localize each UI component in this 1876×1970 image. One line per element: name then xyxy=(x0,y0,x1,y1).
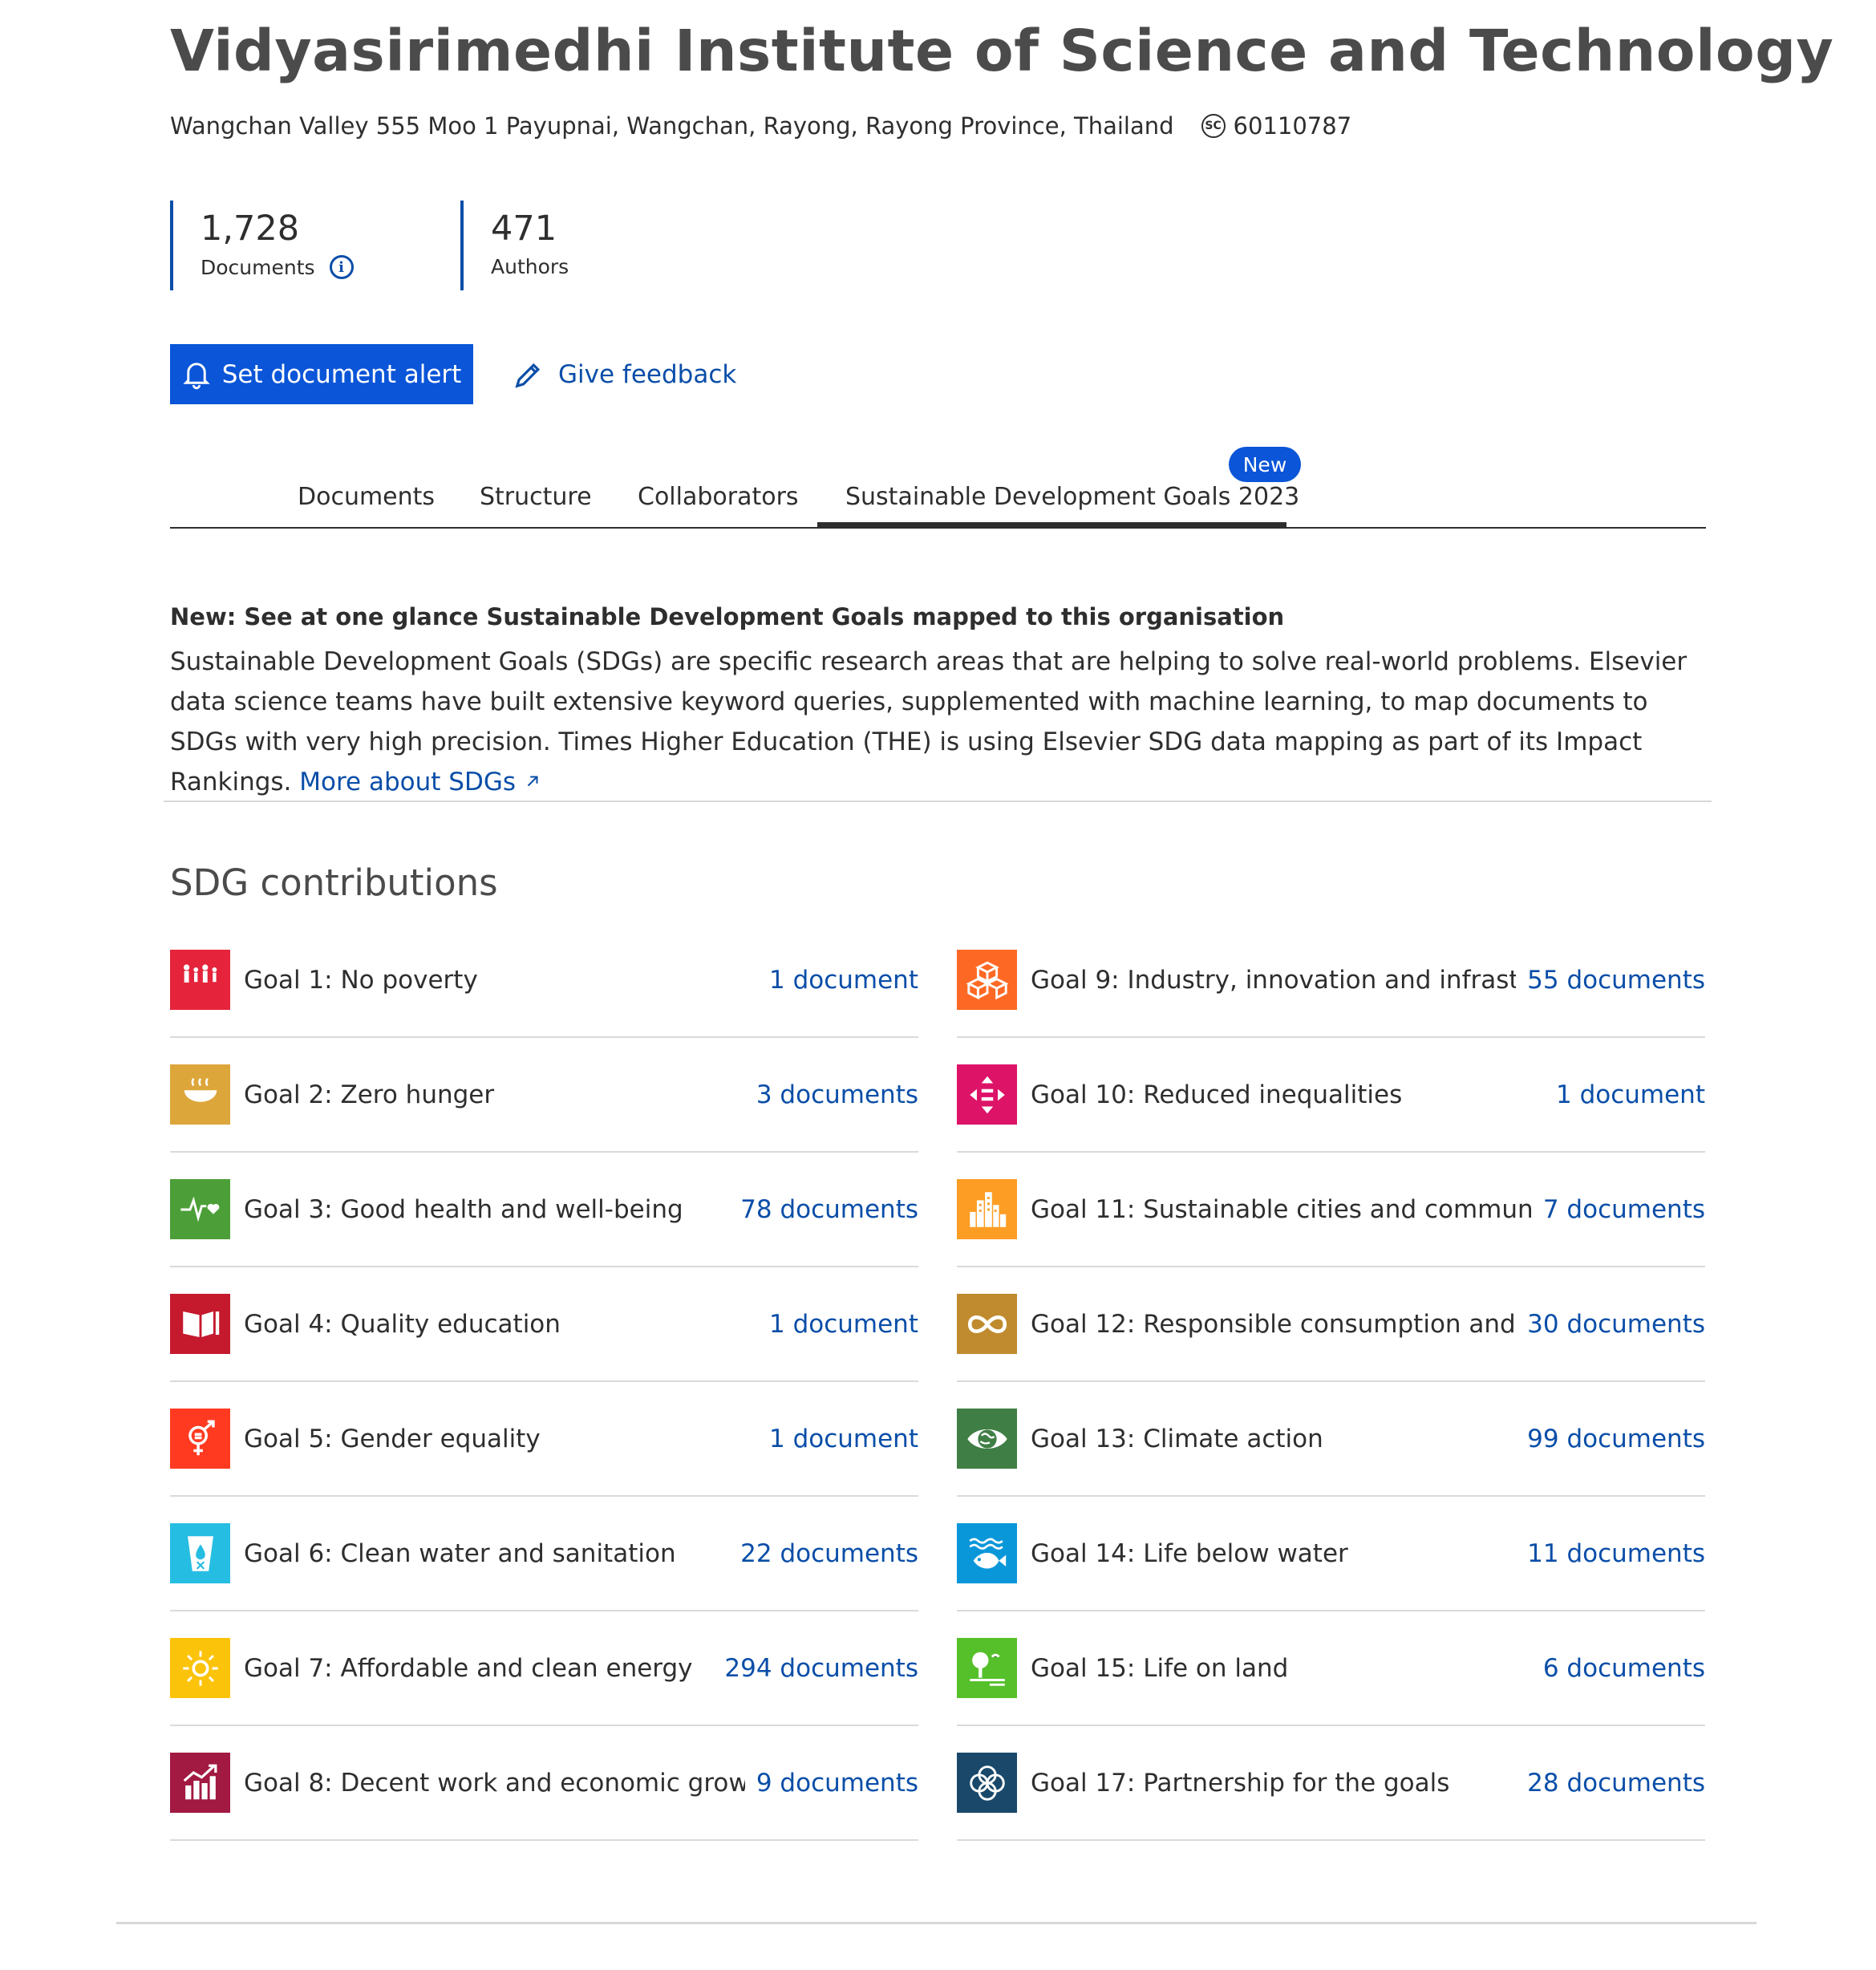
documents-count: 1,728 xyxy=(201,209,300,249)
sdg-document-count-link[interactable]: 1 document xyxy=(769,966,918,995)
tab-structure[interactable]: Structure xyxy=(480,483,592,511)
sdg-row[interactable]: Goal 6: Clean water and sanitation 22 doc… xyxy=(170,1497,918,1611)
sdg-document-count-link[interactable]: 9 documents xyxy=(756,1769,918,1798)
scopus-icon: SC xyxy=(1201,114,1226,138)
sdg-goal-name: Goal 4: Quality education xyxy=(244,1309,561,1339)
authors-count: 471 xyxy=(491,209,557,249)
documents-metric: 1,728 Documents i xyxy=(170,201,435,290)
equality-arrows-icon xyxy=(957,1064,1017,1125)
sdg-document-count-link[interactable]: 11 documents xyxy=(1527,1539,1705,1568)
people-icon xyxy=(170,950,230,1010)
section-divider xyxy=(164,801,1712,802)
gender-icon xyxy=(170,1409,230,1469)
sdg-row[interactable]: Goal 14: Life below water 11 documents xyxy=(957,1497,1705,1611)
alert-label: Set document alert xyxy=(221,359,462,389)
pencil-icon xyxy=(515,363,541,388)
tab-documents[interactable]: Documents xyxy=(298,483,435,511)
sdg-row[interactable]: Goal 11: Sustainable cities and communit… xyxy=(957,1153,1705,1267)
documents-label-row: Documents i xyxy=(201,255,435,279)
sdg-row[interactable]: Goal 13: Climate action 99 documents xyxy=(957,1382,1705,1497)
sdg-row[interactable]: Goal 4: Quality education 1 document xyxy=(170,1267,918,1382)
book-icon xyxy=(170,1294,230,1354)
institution-address: Wangchan Valley 555 Moo 1 Payupnai, Wang… xyxy=(170,112,1351,140)
sdg-goal-name: Goal 12: Responsible consumption and pro… xyxy=(1031,1309,1516,1339)
sdg-document-count-link[interactable]: 7 documents xyxy=(1543,1195,1705,1224)
sdg-row[interactable]: Goal 17: Partnership for the goals 28 doc… xyxy=(957,1726,1705,1841)
sdg-document-count-link[interactable]: 30 documents xyxy=(1527,1310,1705,1339)
intro-heading: New: See at one glance Sustainable Devel… xyxy=(170,603,1285,630)
documents-label: Documents xyxy=(201,255,315,279)
set-document-alert-button[interactable]: Set document alert xyxy=(170,344,473,404)
sdg-document-count-link[interactable]: 6 documents xyxy=(1543,1654,1705,1683)
tree-icon xyxy=(957,1638,1017,1698)
sdg-row[interactable]: Goal 2: Zero hunger 3 documents xyxy=(170,1038,918,1153)
sdg-document-count-link[interactable]: 1 document xyxy=(769,1310,918,1339)
sdg-goal-name: Goal 14: Life below water xyxy=(1031,1538,1348,1568)
more-about-sdgs-link[interactable]: More about SDGs xyxy=(299,768,541,797)
authors-label: Authors xyxy=(491,255,569,278)
sdg-row[interactable]: Goal 1: No poverty 1 document xyxy=(170,923,918,1038)
sdg-document-count-link[interactable]: 99 documents xyxy=(1527,1425,1705,1453)
bowl-icon xyxy=(170,1064,230,1125)
cubes-icon xyxy=(957,950,1017,1010)
infinity-icon xyxy=(957,1294,1017,1354)
sdg-document-count-link[interactable]: 294 documents xyxy=(724,1654,918,1683)
give-feedback-link[interactable]: Give feedback xyxy=(513,344,736,404)
new-badge: New xyxy=(1229,447,1301,482)
active-tab-indicator xyxy=(817,522,1286,528)
info-icon[interactable]: i xyxy=(329,255,354,279)
tab-collaborators[interactable]: Collaborators xyxy=(638,483,799,511)
water-glass-icon xyxy=(170,1523,230,1583)
growth-chart-icon xyxy=(170,1753,230,1813)
sdg-row[interactable]: Goal 9: Industry, innovation and infrast… xyxy=(957,923,1705,1038)
sdg-row[interactable]: Goal 3: Good health and well-being 78 doc… xyxy=(170,1153,918,1267)
sdg-goal-name: Goal 2: Zero hunger xyxy=(244,1080,495,1109)
tab-sdg-2023[interactable]: Sustainable Development Goals 2023 xyxy=(845,483,1299,511)
sdg-row[interactable]: Goal 5: Gender equality 1 document xyxy=(170,1382,918,1497)
feedback-label: Give feedback xyxy=(558,359,737,389)
sun-icon xyxy=(170,1638,230,1698)
scopus-id-value: 60110787 xyxy=(1233,112,1352,140)
sdg-document-count-link[interactable]: 28 documents xyxy=(1527,1769,1705,1798)
sdg-row[interactable]: Goal 10: Reduced inequalities 1 document xyxy=(957,1038,1705,1153)
sdg-goal-name: Goal 7: Affordable and clean energy xyxy=(244,1653,693,1683)
sdg-document-count-link[interactable]: 1 document xyxy=(769,1425,918,1453)
sdg-goal-name: Goal 9: Industry, innovation and infrast… xyxy=(1031,965,1517,995)
authors-metric: 471 Authors xyxy=(460,201,701,290)
sdg-document-count-link[interactable]: 55 documents xyxy=(1527,966,1705,995)
sdg-goal-name: Goal 15: Life on land xyxy=(1031,1653,1289,1683)
sdg-row[interactable]: Goal 7: Affordable and clean energy 294 d… xyxy=(170,1611,918,1726)
sdg-row[interactable]: Goal 12: Responsible consumption and pro… xyxy=(957,1267,1705,1382)
sdg-list-left: Goal 1: No poverty 1 document Goal 2: Zero… xyxy=(170,923,918,1841)
sdg-row[interactable]: Goal 8: Decent work and economic growth 9… xyxy=(170,1726,918,1841)
heartbeat-icon xyxy=(170,1179,230,1239)
sdg-row[interactable]: Goal 15: Life on land 6 documents xyxy=(957,1611,1705,1726)
sdg-goal-name: Goal 3: Good health and well-being xyxy=(244,1194,683,1224)
sdg-document-count-link[interactable]: 1 document xyxy=(1556,1080,1705,1109)
intro-body: Sustainable Development Goals (SDGs) are… xyxy=(170,642,1718,802)
sdg-contributions-title: SDG contributions xyxy=(170,861,498,904)
sdg-document-count-link[interactable]: 22 documents xyxy=(740,1539,918,1568)
sdg-goal-name: Goal 8: Decent work and economic growth xyxy=(244,1768,745,1798)
sdg-goal-name: Goal 13: Climate action xyxy=(1031,1424,1323,1453)
sdg-goal-name: Goal 10: Reduced inequalities xyxy=(1031,1080,1403,1109)
external-link-icon xyxy=(527,776,538,787)
address-text: Wangchan Valley 555 Moo 1 Payupnai, Wang… xyxy=(170,112,1174,140)
sdg-goal-name: Goal 5: Gender equality xyxy=(244,1424,541,1453)
footer-divider xyxy=(116,1922,1756,1924)
fish-icon xyxy=(957,1523,1017,1583)
bell-icon xyxy=(183,362,210,389)
scopus-id: SC 60110787 xyxy=(1201,112,1352,140)
rings-icon xyxy=(957,1753,1017,1813)
sdg-goal-name: Goal 1: No poverty xyxy=(244,965,478,995)
sdg-document-count-link[interactable]: 3 documents xyxy=(756,1080,918,1109)
city-icon xyxy=(957,1179,1017,1239)
eye-globe-icon xyxy=(957,1409,1017,1469)
sdg-goal-name: Goal 6: Clean water and sanitation xyxy=(244,1538,676,1568)
sdg-goal-name: Goal 17: Partnership for the goals xyxy=(1031,1768,1450,1798)
page-title: Vidyasirimedhi Institute of Science and … xyxy=(170,18,1834,84)
sdg-list-right: Goal 9: Industry, innovation and infrast… xyxy=(957,923,1705,1841)
sdg-goal-name: Goal 11: Sustainable cities and communit… xyxy=(1031,1194,1532,1224)
sdg-document-count-link[interactable]: 78 documents xyxy=(740,1195,918,1224)
